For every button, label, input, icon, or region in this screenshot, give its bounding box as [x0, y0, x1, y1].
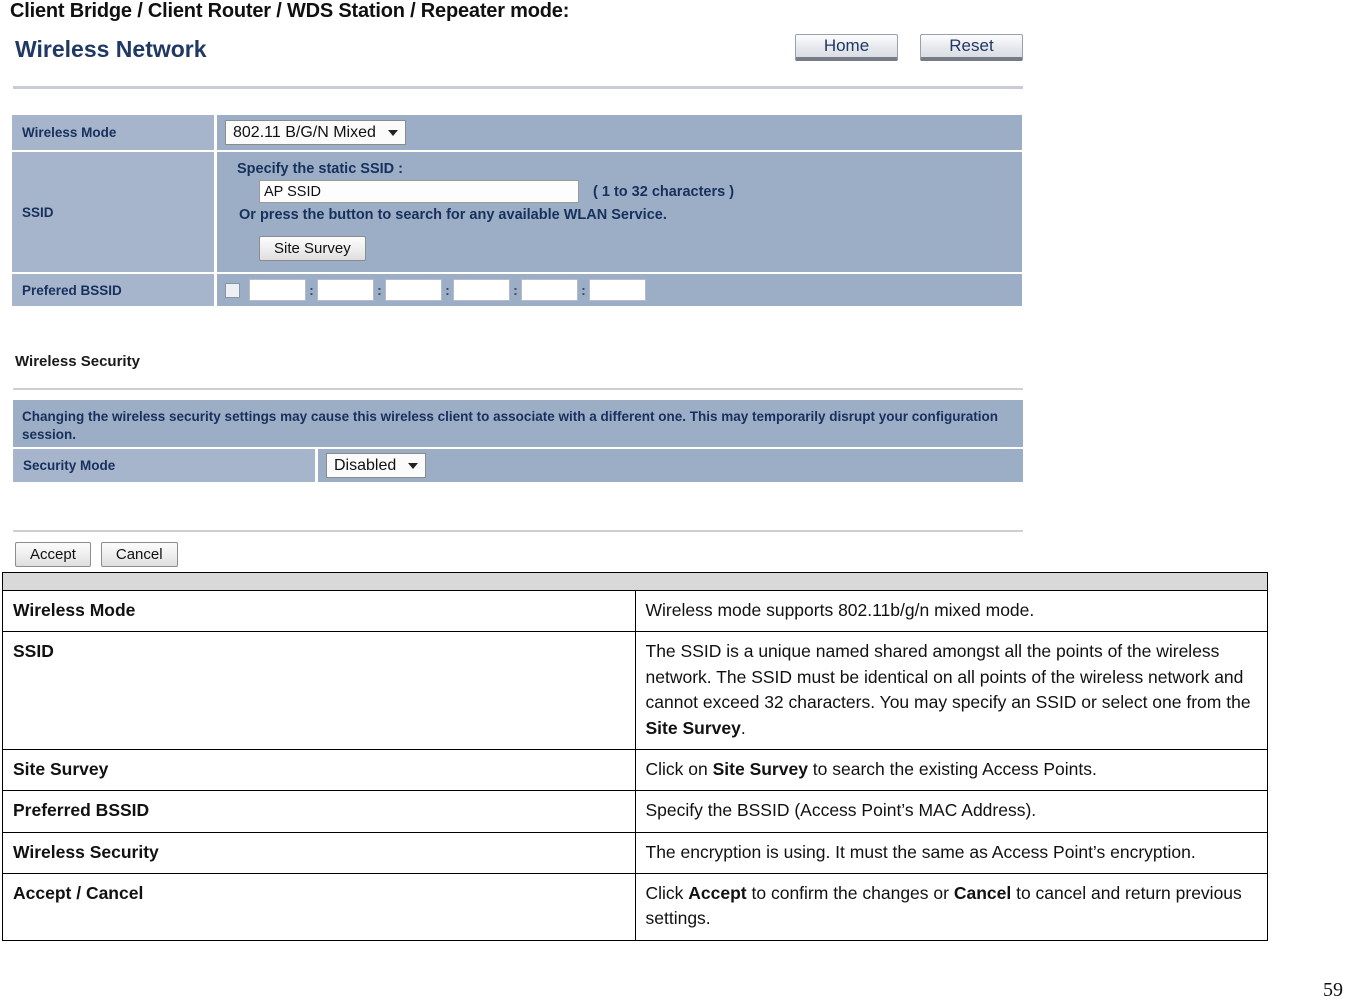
chevron-down-icon [387, 129, 398, 136]
table-cell-description: Click Accept to confirm the changes or C… [634, 873, 1268, 941]
wireless-mode-label: Wireless Mode [12, 115, 217, 150]
cancel-button[interactable]: Cancel [100, 542, 178, 567]
ssid-prompt: Specify the static SSID : [237, 161, 403, 177]
wireless-security-divider [13, 388, 1023, 390]
table-cell-term: Accept / Cancel [2, 873, 636, 941]
mac-separator: : [445, 282, 450, 298]
mac-octet-1[interactable] [249, 279, 306, 301]
wireless-security-warning: Changing the wireless security settings … [13, 400, 1023, 454]
security-mode-value-cell: Disabled [318, 449, 1023, 482]
mac-octet-5[interactable] [521, 279, 578, 301]
table-row: Site Survey Click on Site Survey to searc… [2, 748, 1268, 792]
field-description-table: Wireless Mode Wireless mode supports 802.… [2, 572, 1268, 941]
action-button-group: Accept Cancel [15, 542, 178, 567]
site-survey-button[interactable]: Site Survey [259, 236, 366, 261]
page-title: Client Bridge / Client Router / WDS Stat… [10, 0, 570, 22]
prefered-bssid-value-cell: : : : : : [217, 274, 1022, 306]
table-header-row [2, 572, 1268, 591]
prefered-bssid-checkbox[interactable] [225, 282, 240, 298]
table-cell-term: Preferred BSSID [2, 790, 636, 833]
description-text: Wireless mode supports 802.11b/g/n mixed… [645, 600, 1035, 620]
description-emphasis: Site Survey [712, 758, 808, 779]
ssid-label: SSID [12, 152, 217, 272]
mac-octet-6[interactable] [589, 279, 646, 301]
row-security-mode: Security Mode Disabled [13, 447, 1023, 482]
table-row: SSID The SSID is a unique named shared am… [2, 631, 1268, 750]
ssid-input[interactable]: AP SSID [259, 180, 579, 203]
wireless-security-heading: Wireless Security [15, 353, 140, 370]
mac-octet-3[interactable] [385, 279, 442, 301]
security-mode-selected-value: Disabled [334, 456, 397, 474]
mac-octet-4[interactable] [453, 279, 510, 301]
security-mode-select[interactable]: Disabled [326, 453, 427, 478]
prefered-bssid-label: Prefered BSSID [12, 274, 217, 306]
wireless-mode-value-cell: 802.11 B/G/N Mixed [217, 115, 1022, 150]
table-cell-term: Wireless Mode [2, 589, 636, 633]
title-divider [13, 86, 1023, 89]
table-row: Preferred BSSID Specify the BSSID (Access… [2, 790, 1268, 833]
mac-separator: : [581, 282, 586, 298]
security-mode-label: Security Mode [13, 449, 318, 482]
description-text: Click on [645, 758, 713, 779]
description-text: Click [645, 883, 689, 903]
wireless-mode-select[interactable]: 802.11 B/G/N Mixed [225, 120, 406, 145]
mac-octet-2[interactable] [317, 279, 374, 301]
description-text: to search the existing Access Points. [807, 758, 1097, 779]
table-cell-term: Site Survey [2, 748, 636, 792]
description-text: to confirm the changes or [746, 883, 954, 903]
table-cell-description: The encryption is using. It must the sam… [634, 831, 1268, 875]
table-body: Wireless Mode Wireless mode supports 802.… [2, 572, 1268, 941]
description-text: . [740, 717, 746, 738]
row-wireless-mode: Wireless Mode 802.11 B/G/N Mixed [12, 115, 1022, 152]
mac-separator: : [309, 282, 314, 298]
mac-separator: : [377, 282, 382, 298]
table-cell-description: Wireless mode supports 802.11b/g/n mixed… [634, 589, 1268, 633]
description-text: The SSID is a unique named shared amongs… [645, 641, 1251, 713]
router-config-screenshot: Wireless Network Home Reset Wireless Mod… [10, 30, 1025, 567]
wireless-mode-selected-value: 802.11 B/G/N Mixed [233, 123, 376, 141]
table-header-cell [2, 572, 1268, 591]
table-row: Wireless Security The encryption is using… [2, 831, 1268, 875]
accept-button[interactable]: Accept [15, 542, 91, 567]
site-survey-button-wrap: Site Survey [259, 236, 1014, 261]
actions-divider [13, 530, 1023, 532]
row-ssid: SSID Specify the static SSID : AP SSID (… [12, 152, 1022, 274]
description-emphasis: Cancel [953, 883, 1012, 903]
table-cell-description: Click on Site Survey to search the exist… [634, 748, 1268, 792]
table-row: Wireless Mode Wireless mode supports 802.… [2, 589, 1268, 633]
row-prefered-bssid: Prefered BSSID : : : : : [12, 274, 1022, 308]
reset-button[interactable]: Reset [920, 34, 1023, 61]
description-emphasis: Accept [688, 883, 747, 903]
ssid-value-cell: Specify the static SSID : AP SSID ( 1 to… [217, 152, 1022, 272]
ssid-length-hint: ( 1 to 32 characters ) [593, 183, 735, 200]
page-number: 59 [1323, 979, 1343, 1001]
description-emphasis: Site Survey [645, 717, 741, 738]
mac-address-field-group: : : : : : [225, 279, 646, 301]
table-row: Accept / Cancel Click Accept to confirm t… [2, 873, 1268, 941]
table-cell-term: Wireless Security [2, 831, 636, 875]
mac-separator: : [513, 282, 518, 298]
table-cell-description: Specify the BSSID (Access Point’s MAC Ad… [634, 790, 1268, 833]
ssid-input-row: AP SSID ( 1 to 32 characters ) [259, 180, 1014, 203]
panel-title: Wireless Network [15, 36, 207, 62]
description-text: The encryption is using. It must the sam… [645, 841, 1196, 862]
home-button[interactable]: Home [795, 34, 898, 61]
description-text: Specify the BSSID (Access Point’s MAC Ad… [645, 800, 1037, 821]
wireless-network-settings-panel: Wireless Mode 802.11 B/G/N Mixed SSID Sp… [12, 115, 1022, 308]
chevron-down-icon [408, 462, 419, 469]
table-cell-term: SSID [2, 631, 636, 750]
ssid-search-note: Or press the button to search for any av… [239, 207, 667, 223]
table-cell-description: The SSID is a unique named shared amongs… [634, 631, 1268, 750]
